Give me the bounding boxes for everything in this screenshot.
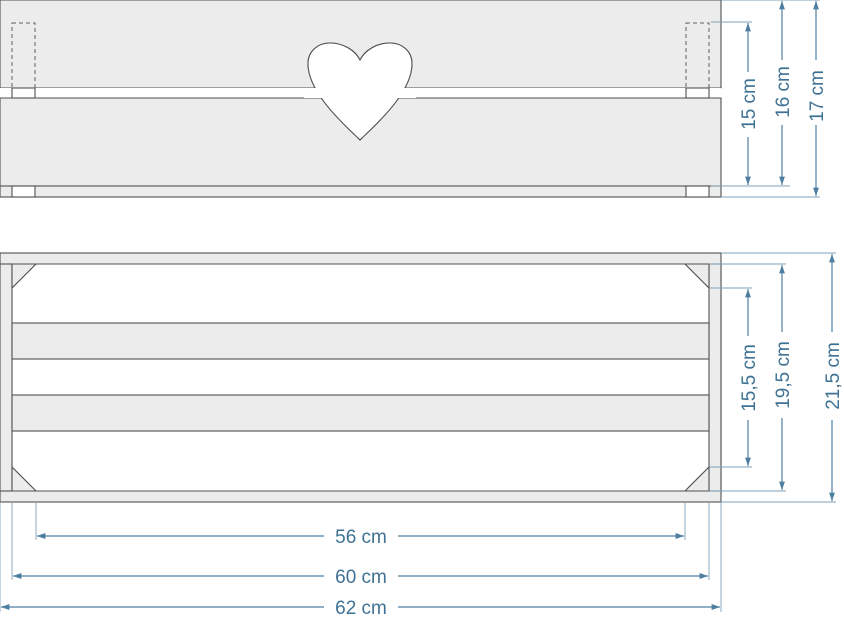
front-view <box>0 0 722 198</box>
front-left-post-bottom <box>11 185 36 198</box>
top-length-dimensions: 56 cm 60 cm 62 cm <box>0 502 722 617</box>
front-right-post-bottom <box>685 185 710 198</box>
bottom-slat-2 <box>11 394 710 432</box>
heart-gap-mask <box>304 88 416 98</box>
dim-label-15cm: 15 cm <box>739 78 760 130</box>
front-right-post <box>685 87 710 99</box>
dim-label-17cm: 17 cm <box>807 70 828 122</box>
dim-label-15-5cm: 15,5 cm <box>739 344 760 412</box>
crate-technical-drawing: 15 cm 16 cm 17 cm 15,5 cm 19,5 cm 21,5 c… <box>0 0 844 617</box>
dim-label-21-5cm: 21,5 cm <box>823 342 844 410</box>
front-bottom-strip <box>0 185 722 198</box>
top-right-side-board <box>708 263 722 492</box>
top-view <box>0 252 722 503</box>
bottom-slat-1 <box>11 322 710 360</box>
top-depth-dimensions: 15,5 cm 19,5 cm 21,5 cm <box>709 252 844 503</box>
dim-label-60cm: 60 cm <box>335 567 387 588</box>
dim-label-16cm: 16 cm <box>773 66 794 118</box>
top-left-side-board <box>0 263 13 492</box>
dim-label-56cm: 56 cm <box>335 527 387 548</box>
top-inner-area <box>11 263 710 492</box>
front-height-dimensions: 15 cm 16 cm 17 cm <box>711 0 828 198</box>
front-left-post <box>11 87 36 99</box>
dim-label-19-5cm: 19,5 cm <box>773 341 794 409</box>
dim-label-62cm: 62 cm <box>335 598 387 617</box>
